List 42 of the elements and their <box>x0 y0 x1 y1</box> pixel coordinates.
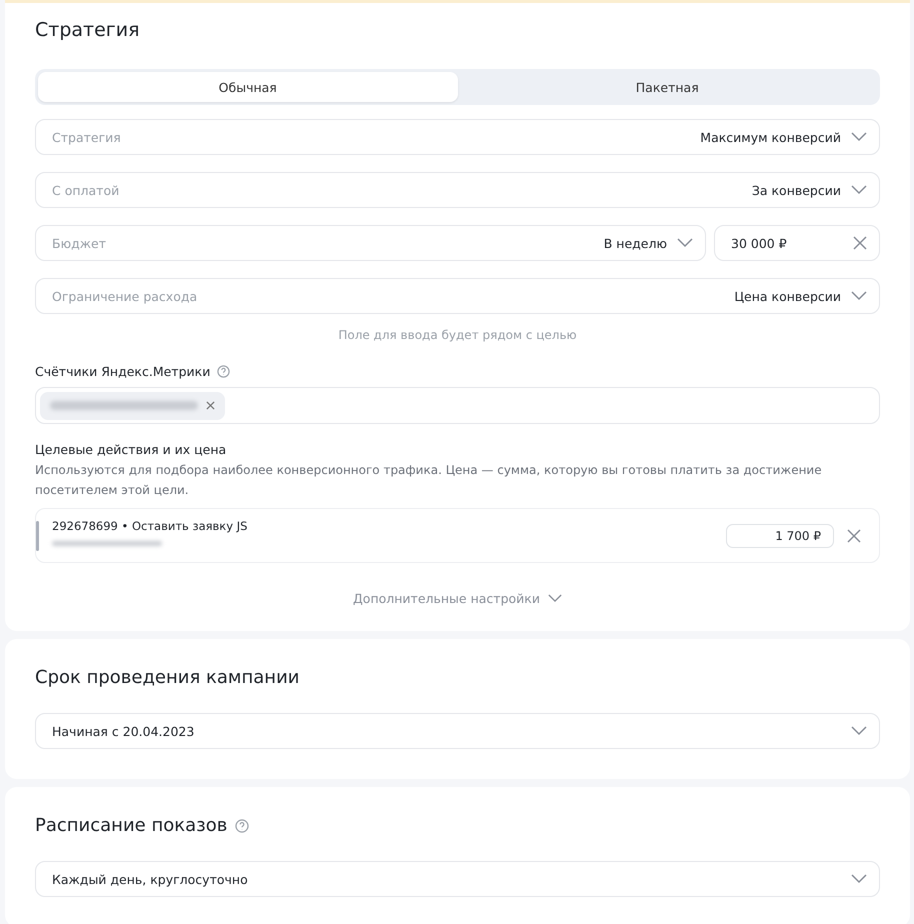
chevron-down-icon <box>677 238 693 248</box>
field-label: Счётчики Яндекс.Метрики <box>35 364 210 379</box>
chevron-down-icon <box>851 874 867 884</box>
field-value: Цена конверсии <box>734 288 841 304</box>
section-title: Срок проведения кампании <box>35 666 300 690</box>
help-icon[interactable] <box>217 365 230 378</box>
input-field[interactable]: 30 000 ₽ <box>714 225 880 261</box>
select-field[interactable]: Каждый день, круглосуточно <box>35 861 880 897</box>
field-value: Начиная с 20.04.2023 <box>52 724 196 738</box>
field-value: Каждый день, круглосуточно <box>52 872 249 886</box>
tab[interactable]: Пакетная <box>458 72 877 102</box>
goal-name: 292678699 • Оставить заявку JS <box>52 519 248 533</box>
tab[interactable]: Обычная <box>38 72 458 102</box>
field-value: 30 000 ₽ <box>731 236 788 250</box>
description-text: Используются для подбора наиболее конверсионного трафика. Цена — сумма, которую вы готовы платить за достижение посетителем этой цели. <box>35 462 823 499</box>
field-label: Ограничение расхода <box>52 288 198 304</box>
price-field[interactable]: 1 700 ₽ <box>726 524 834 548</box>
field-label: Бюджет <box>52 236 107 250</box>
field-label: С оплатой <box>52 182 120 198</box>
close-icon[interactable] <box>206 401 215 410</box>
field-value: Максимум конверсий <box>700 130 841 144</box>
section-title: Расписание показов <box>35 814 228 838</box>
help-icon[interactable] <box>235 819 250 833</box>
section-title: Стратегия <box>35 18 141 43</box>
tag-input-field[interactable] <box>35 387 880 424</box>
close-icon[interactable] <box>847 528 861 542</box>
chevron-down-icon <box>851 132 867 142</box>
field-value: В неделю <box>604 236 667 250</box>
close-icon[interactable] <box>853 236 867 250</box>
hint-text: Поле для ввода будет рядом с целью <box>337 328 578 342</box>
select-field[interactable]: Бюджет В неделю <box>35 225 706 261</box>
field-value: За конверсии <box>752 182 841 198</box>
chevron-down-icon <box>548 594 562 603</box>
chevron-down-icon <box>851 291 867 301</box>
select-field[interactable]: Ограничение расхода Цена конверсии <box>35 278 880 314</box>
select-field[interactable]: Начиная с 20.04.2023 <box>35 713 880 749</box>
field-label: Стратегия <box>52 130 122 144</box>
select-field[interactable]: С оплатой За конверсии <box>35 172 880 208</box>
chevron-down-icon <box>851 726 867 736</box>
subsection-title: Целевые действия и их цена <box>35 442 228 457</box>
select-field[interactable]: Стратегия Максимум конверсий <box>35 119 880 155</box>
chevron-down-icon <box>851 185 867 195</box>
